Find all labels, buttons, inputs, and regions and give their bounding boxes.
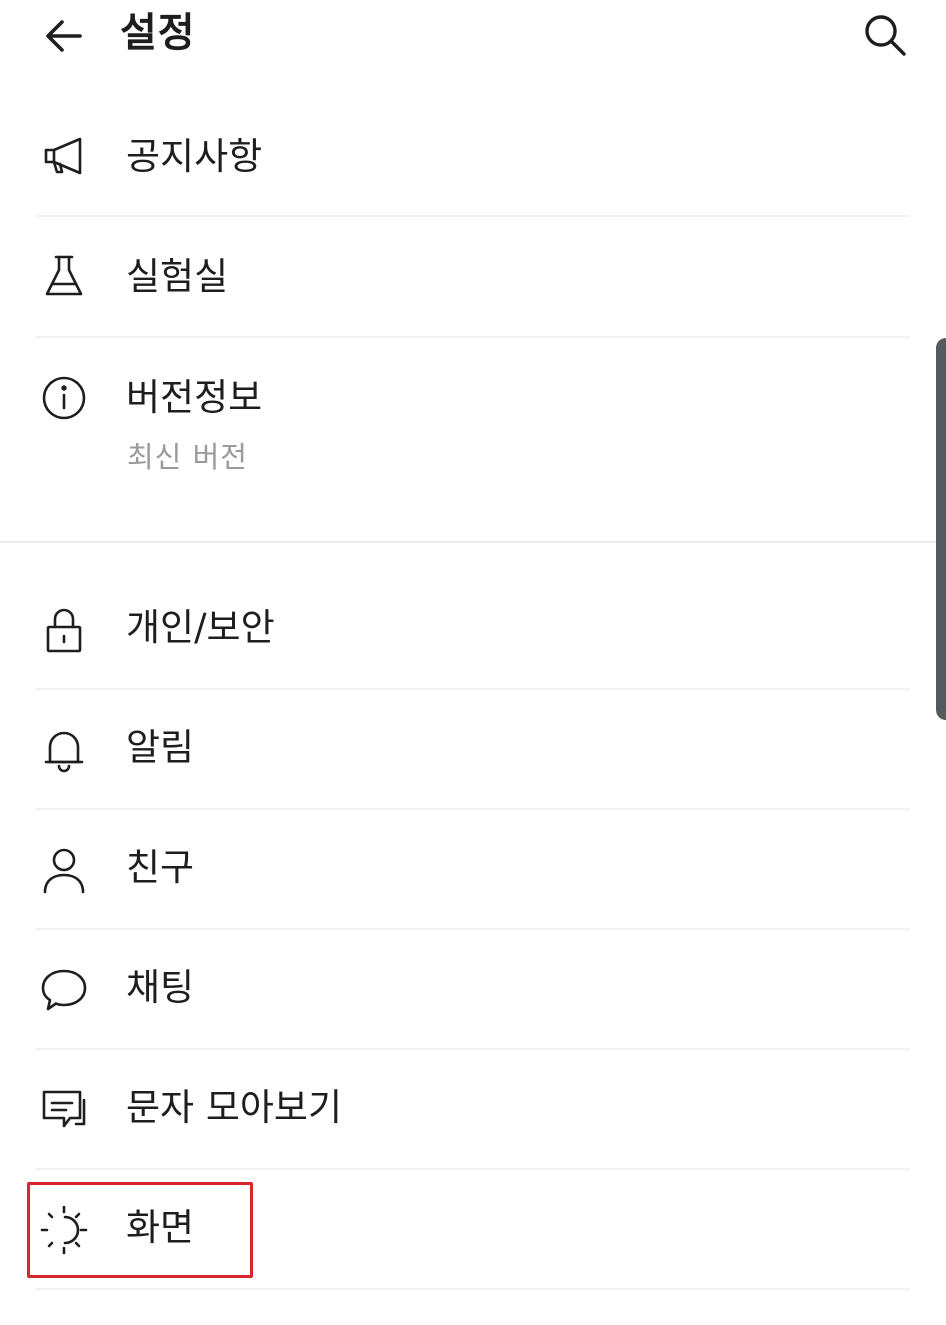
scrollbar-thumb[interactable] xyxy=(936,338,946,720)
settings-screen: 설정 공지사항 실험실 버전정보 최신 버전 개인/보안 알림 친구 채팅 문자… xyxy=(0,0,946,1325)
chat-bubble-icon xyxy=(36,962,92,1018)
version-status: 최신 버전 xyxy=(127,440,248,474)
menu-item-sms[interactable]: 문자 모아보기 xyxy=(0,1072,946,1168)
back-button[interactable] xyxy=(38,10,90,62)
megaphone-icon xyxy=(36,128,92,184)
search-icon xyxy=(862,12,908,58)
menu-item-label: 문자 모아보기 xyxy=(126,1086,343,1129)
arrow-left-icon xyxy=(42,14,86,58)
menu-item-notice[interactable]: 공지사항 xyxy=(0,120,946,216)
search-button[interactable] xyxy=(858,8,912,62)
menu-item-lab[interactable]: 실험실 xyxy=(0,240,946,336)
person-icon xyxy=(36,842,92,898)
divider xyxy=(36,688,910,690)
divider xyxy=(36,1168,910,1170)
menu-item-chat[interactable]: 채팅 xyxy=(0,952,946,1048)
message-box-icon xyxy=(36,1082,92,1138)
highlight-box xyxy=(27,1182,253,1278)
divider xyxy=(36,336,910,338)
menu-item-label: 공지사항 xyxy=(126,135,263,178)
divider xyxy=(36,215,910,217)
section-divider xyxy=(0,541,946,543)
menu-item-label: 버전정보 xyxy=(126,376,263,419)
lock-icon xyxy=(36,602,92,658)
menu-item-version[interactable]: 버전정보 최신 버전 xyxy=(0,360,946,500)
divider xyxy=(36,928,910,930)
bell-icon xyxy=(36,722,92,778)
menu-item-notifications[interactable]: 알림 xyxy=(0,712,946,808)
menu-item-label: 개인/보안 xyxy=(126,606,275,649)
divider xyxy=(36,1048,910,1050)
menu-item-privacy[interactable]: 개인/보안 xyxy=(0,592,946,688)
menu-item-friends[interactable]: 친구 xyxy=(0,832,946,928)
divider xyxy=(36,808,910,810)
page-title: 설정 xyxy=(120,10,196,56)
app-header: 설정 xyxy=(0,0,946,80)
menu-item-label: 채팅 xyxy=(126,966,195,1009)
menu-item-label: 알림 xyxy=(126,726,195,769)
info-icon xyxy=(36,370,92,426)
divider xyxy=(36,1288,910,1290)
menu-item-label: 실험실 xyxy=(126,255,229,298)
menu-item-label: 친구 xyxy=(126,846,195,889)
flask-icon xyxy=(36,248,92,304)
